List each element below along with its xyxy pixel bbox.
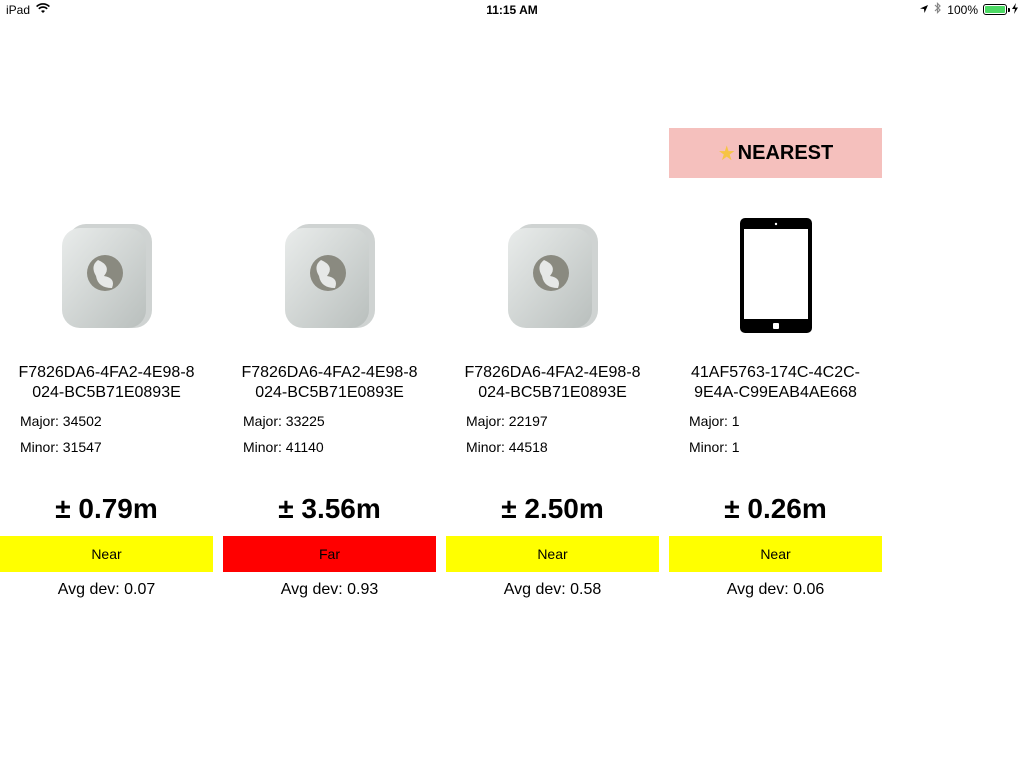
uuid-line: F7826DA6-4FA2-4E98-8 [241,364,418,381]
beacon-minor: Minor: 31547 [20,439,102,455]
status-time: 11:15 AM [486,3,538,17]
beacon-uuid: F7826DA6-4FA2-4E98-8 024-BC5B71E0893E [446,363,659,403]
ipad-device-icon [739,218,834,333]
uuid-line: 024-BC5B71E0893E [32,384,181,401]
beacon-minor: Minor: 1 [689,439,740,455]
bluetooth-icon [934,2,942,17]
beacon-distance: ± 0.79m [55,493,158,524]
proximity-badge: Near [0,536,213,572]
uuid-line: 024-BC5B71E0893E [478,384,627,401]
uuid-line: 41AF5763-174C-4C2C- [691,364,860,381]
beacon-distance: ± 2.50m [501,493,604,524]
star-icon: ★ [717,142,736,165]
beacon-device-icon [60,218,155,333]
beacon-avg-dev: Avg dev: 0.07 [57,581,156,598]
status-bar: iPad 11:15 AM 100% [0,0,1024,20]
beacon-card: F7826DA6-4FA2-4E98-8 024-BC5B71E0893E Ma… [446,128,659,608]
beacon-distance: ± 3.56m [278,493,381,524]
beacon-major: Major: 33225 [243,413,325,429]
uuid-line: 9E4A-C99EAB4AE668 [694,384,857,401]
battery-percentage: 100% [947,2,978,17]
uuid-line: F7826DA6-4FA2-4E98-8 [18,364,195,381]
battery-icon [983,4,1010,15]
beacon-device-icon [283,218,378,333]
status-right: 100% [919,2,1018,17]
beacon-minor: Minor: 44518 [466,439,548,455]
beacon-major: Major: 22197 [466,413,548,429]
beacon-card: F7826DA6-4FA2-4E98-8 024-BC5B71E0893E Ma… [0,128,213,608]
beacon-card: F7826DA6-4FA2-4E98-8 024-BC5B71E0893E Ma… [223,128,436,608]
proximity-badge: Near [446,536,659,572]
beacon-avg-dev: Avg dev: 0.06 [726,581,825,598]
charging-bolt-icon [1012,2,1018,17]
beacon-uuid: 41AF5763-174C-4C2C- 9E4A-C99EAB4AE668 [669,363,882,403]
beacon-device-icon [506,218,601,333]
beacon-distance: ± 0.26m [724,493,827,524]
beacon-card-nearest: ★ NEAREST 41AF5763-174C-4C2C- 9E4A-C99EA… [669,128,882,608]
proximity-badge: Near [669,536,882,572]
nearest-label: NEAREST [737,141,834,164]
beacon-minor: Minor: 41140 [243,439,324,455]
beacon-uuid: F7826DA6-4FA2-4E98-8 024-BC5B71E0893E [0,363,213,403]
beacon-avg-dev: Avg dev: 0.58 [503,581,602,598]
location-arrow-icon [919,3,929,17]
beacon-uuid: F7826DA6-4FA2-4E98-8 024-BC5B71E0893E [223,363,436,403]
beacon-avg-dev: Avg dev: 0.93 [280,581,379,598]
uuid-line: 024-BC5B71E0893E [255,384,404,401]
nearest-banner: ★ NEAREST [669,128,882,178]
uuid-line: F7826DA6-4FA2-4E98-8 [464,364,641,381]
beacon-major: Major: 34502 [20,413,102,429]
proximity-badge: Far [223,536,436,572]
beacon-major: Major: 1 [689,413,740,429]
